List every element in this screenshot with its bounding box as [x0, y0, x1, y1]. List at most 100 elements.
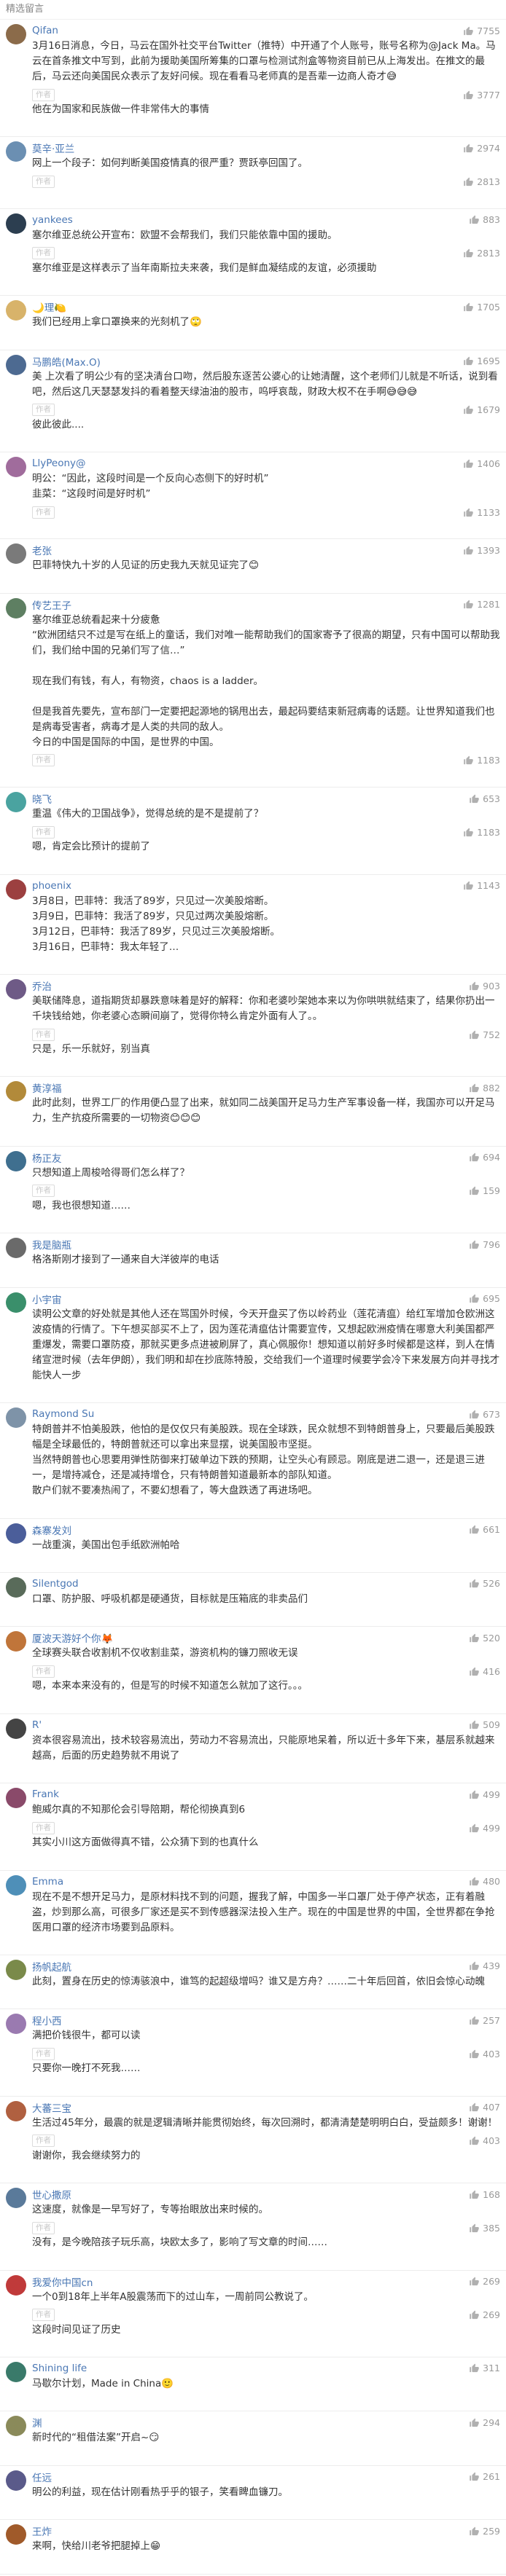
like-button[interactable]: 1393	[463, 545, 500, 556]
avatar[interactable]	[6, 543, 26, 565]
commenter-name[interactable]: 黄淳福	[32, 1080, 62, 1095]
reply-like-button[interactable]: 499	[469, 1823, 500, 1834]
commenter-name[interactable]: yankees	[32, 214, 73, 226]
avatar[interactable]	[6, 457, 26, 478]
avatar[interactable]	[6, 2188, 26, 2209]
commenter-name[interactable]: Qifan	[32, 25, 58, 36]
avatar[interactable]	[6, 2014, 26, 2035]
reply-like-button[interactable]: 403	[469, 2135, 500, 2146]
like-button[interactable]: 499	[469, 1789, 500, 1800]
like-button[interactable]: 2974	[463, 143, 500, 154]
reply-like-button[interactable]: 1679	[463, 404, 500, 415]
like-button[interactable]: 7755	[463, 25, 500, 36]
reply-like-button[interactable]: 269	[469, 2309, 500, 2320]
like-button[interactable]: 407	[469, 2102, 500, 2113]
commenter-name[interactable]: 老张	[32, 543, 52, 557]
avatar[interactable]	[6, 1874, 26, 1896]
like-button[interactable]: 1281	[463, 599, 500, 610]
commenter-name[interactable]: 扬帆起航	[32, 1959, 71, 1974]
reply-like-button[interactable]: 416	[469, 1666, 500, 1677]
avatar[interactable]	[6, 1238, 26, 1259]
commenter-name[interactable]: Silentgod	[32, 1578, 79, 1590]
reply-like-button[interactable]: 2813	[463, 248, 500, 259]
like-button[interactable]: 1695	[463, 356, 500, 366]
like-button[interactable]: 439	[469, 1960, 500, 1971]
reply-like-button[interactable]: 1133	[463, 507, 500, 518]
avatar[interactable]	[6, 300, 26, 321]
like-button[interactable]: 1705	[463, 302, 500, 313]
avatar[interactable]	[6, 2100, 26, 2121]
avatar[interactable]	[6, 979, 26, 1000]
commenter-name[interactable]: 🌙理🍋	[32, 299, 66, 314]
like-button[interactable]: 882	[469, 1083, 500, 1093]
commenter-name[interactable]: 我是脑瓶	[32, 1237, 71, 1252]
commenter-name[interactable]: 厦波天游好个你🦊	[32, 1630, 113, 1645]
like-button[interactable]: 1143	[463, 880, 500, 891]
like-button[interactable]: 509	[469, 1719, 500, 1730]
reply-like-button[interactable]: 1183	[463, 827, 500, 838]
reply-like-button[interactable]: 385	[469, 2223, 500, 2234]
reply-like-button[interactable]: 403	[469, 2049, 500, 2059]
commenter-name[interactable]: LlyPeony@	[32, 458, 86, 469]
like-button[interactable]: 796	[469, 1239, 500, 1250]
reply-like-button[interactable]: 3777	[463, 90, 500, 101]
commenter-name[interactable]: 传艺王子	[32, 597, 71, 612]
avatar[interactable]	[6, 879, 26, 900]
like-button[interactable]: 694	[469, 1152, 500, 1163]
commenter-name[interactable]: 程小西	[32, 2013, 62, 2027]
commenter-name[interactable]: 晓飞	[32, 791, 52, 806]
avatar[interactable]	[6, 792, 26, 813]
commenter-name[interactable]: 渊	[32, 2415, 42, 2430]
like-button[interactable]: 269	[469, 2276, 500, 2287]
avatar[interactable]	[6, 1959, 26, 1980]
like-button[interactable]: 257	[469, 2015, 500, 2026]
like-button[interactable]: 311	[469, 2363, 500, 2373]
commenter-name[interactable]: 我爱你中国cn	[32, 2274, 93, 2289]
avatar[interactable]	[6, 597, 26, 619]
avatar[interactable]	[6, 141, 26, 162]
avatar[interactable]	[6, 2361, 26, 2382]
like-button[interactable]: 653	[469, 793, 500, 804]
reply-like-button[interactable]: 2813	[463, 176, 500, 187]
avatar[interactable]	[6, 2470, 26, 2491]
commenter-name[interactable]: phoenix	[32, 880, 71, 892]
commenter-name[interactable]: 大蕃三宝	[32, 2100, 71, 2115]
avatar[interactable]	[6, 1576, 26, 1598]
commenter-name[interactable]: Emma	[32, 1876, 63, 1888]
like-button[interactable]: 673	[469, 1409, 500, 1420]
like-button[interactable]: 294	[469, 2417, 500, 2428]
like-button[interactable]: 1406	[463, 458, 500, 469]
avatar[interactable]	[6, 2524, 26, 2545]
avatar[interactable]	[6, 1292, 26, 1313]
reply-like-button[interactable]: 1183	[463, 755, 500, 766]
commenter-name[interactable]: 任远	[32, 2470, 52, 2484]
avatar[interactable]	[6, 354, 26, 375]
avatar[interactable]	[6, 1150, 26, 1171]
like-button[interactable]: 526	[469, 1578, 500, 1589]
avatar[interactable]	[6, 2416, 26, 2437]
like-button[interactable]: 661	[469, 1524, 500, 1535]
like-button[interactable]: 903	[469, 981, 500, 991]
like-button[interactable]: 261	[469, 2471, 500, 2482]
commenter-name[interactable]: 杨正友	[32, 1150, 62, 1165]
avatar[interactable]	[6, 2274, 26, 2296]
commenter-name[interactable]: 小宇宙	[32, 1292, 62, 1306]
avatar[interactable]	[6, 1523, 26, 1544]
commenter-name[interactable]: 森寨发刘	[32, 1523, 71, 1537]
reply-like-button[interactable]: 159	[469, 1185, 500, 1196]
commenter-name[interactable]: Frank	[32, 1788, 59, 1800]
commenter-name[interactable]: Raymond Su	[32, 1408, 94, 1420]
reply-like-button[interactable]: 752	[469, 1029, 500, 1040]
commenter-name[interactable]: 马鹏皓(Max.O)	[32, 354, 101, 369]
avatar[interactable]	[6, 24, 26, 44]
avatar[interactable]	[6, 1631, 26, 1652]
avatar[interactable]	[6, 1718, 26, 1739]
commenter-name[interactable]: R'	[32, 1719, 42, 1731]
commenter-name[interactable]: 莫辛·亚兰	[32, 141, 74, 155]
commenter-name[interactable]: Shining life	[32, 2363, 87, 2374]
like-button[interactable]: 168	[469, 2189, 500, 2200]
commenter-name[interactable]: 世心撒原	[32, 2187, 71, 2202]
avatar[interactable]	[6, 1788, 26, 1809]
avatar[interactable]	[6, 1407, 26, 1429]
like-button[interactable]: 480	[469, 1876, 500, 1887]
